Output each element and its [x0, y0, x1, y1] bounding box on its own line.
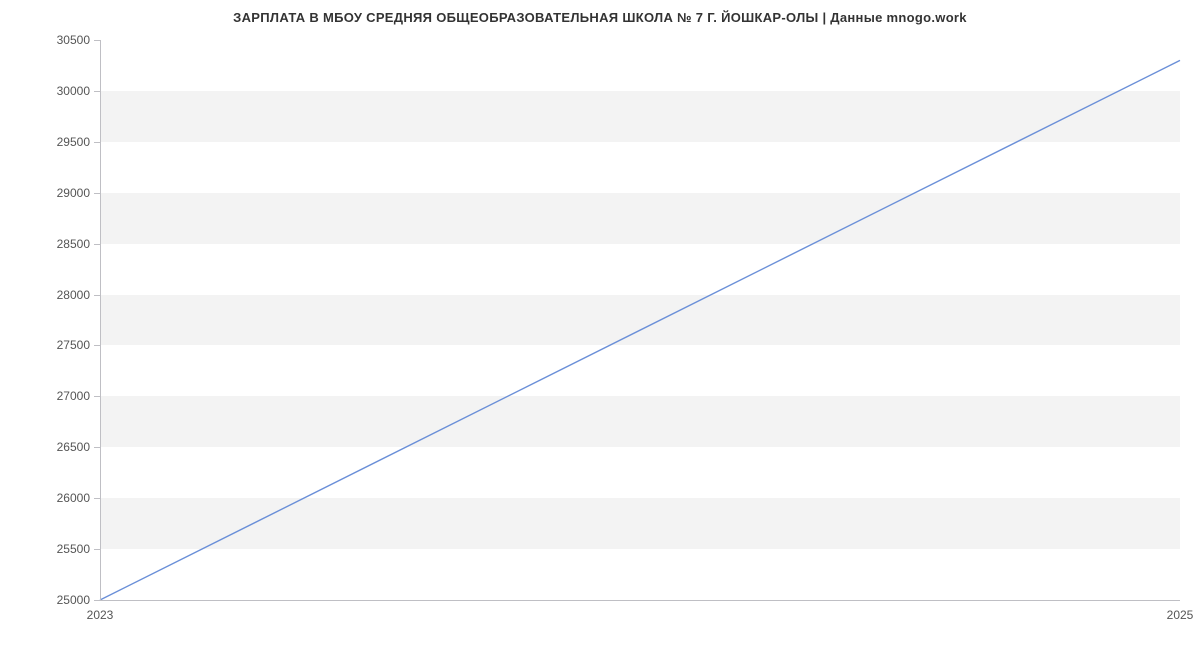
- x-axis-line: [100, 600, 1180, 601]
- y-tick-mark: [94, 447, 100, 448]
- y-tick-mark: [94, 142, 100, 143]
- y-tick-label: 27500: [10, 338, 90, 352]
- line-series: [100, 40, 1180, 600]
- y-tick-mark: [94, 498, 100, 499]
- y-tick-mark: [94, 40, 100, 41]
- y-tick-mark: [94, 600, 100, 601]
- y-tick-mark: [94, 244, 100, 245]
- y-tick-label: 26500: [10, 440, 90, 454]
- y-tick-label: 28500: [10, 237, 90, 251]
- y-tick-mark: [94, 549, 100, 550]
- y-tick-label: 30500: [10, 33, 90, 47]
- x-tick-label: 2023: [87, 608, 114, 622]
- y-tick-label: 29000: [10, 186, 90, 200]
- plot-area: [100, 40, 1180, 600]
- x-tick-label: 2025: [1167, 608, 1194, 622]
- y-tick-mark: [94, 295, 100, 296]
- y-tick-label: 30000: [10, 84, 90, 98]
- y-tick-label: 28000: [10, 288, 90, 302]
- y-tick-label: 25000: [10, 593, 90, 607]
- chart-title: ЗАРПЛАТА В МБОУ СРЕДНЯЯ ОБЩЕОБРАЗОВАТЕЛЬ…: [0, 0, 1200, 25]
- y-tick-label: 26000: [10, 491, 90, 505]
- y-tick-mark: [94, 396, 100, 397]
- y-tick-label: 25500: [10, 542, 90, 556]
- y-tick-mark: [94, 91, 100, 92]
- y-tick-mark: [94, 193, 100, 194]
- y-axis-line: [100, 40, 101, 600]
- chart-container: ЗАРПЛАТА В МБОУ СРЕДНЯЯ ОБЩЕОБРАЗОВАТЕЛЬ…: [0, 0, 1200, 650]
- y-tick-label: 27000: [10, 389, 90, 403]
- y-tick-mark: [94, 345, 100, 346]
- y-tick-label: 29500: [10, 135, 90, 149]
